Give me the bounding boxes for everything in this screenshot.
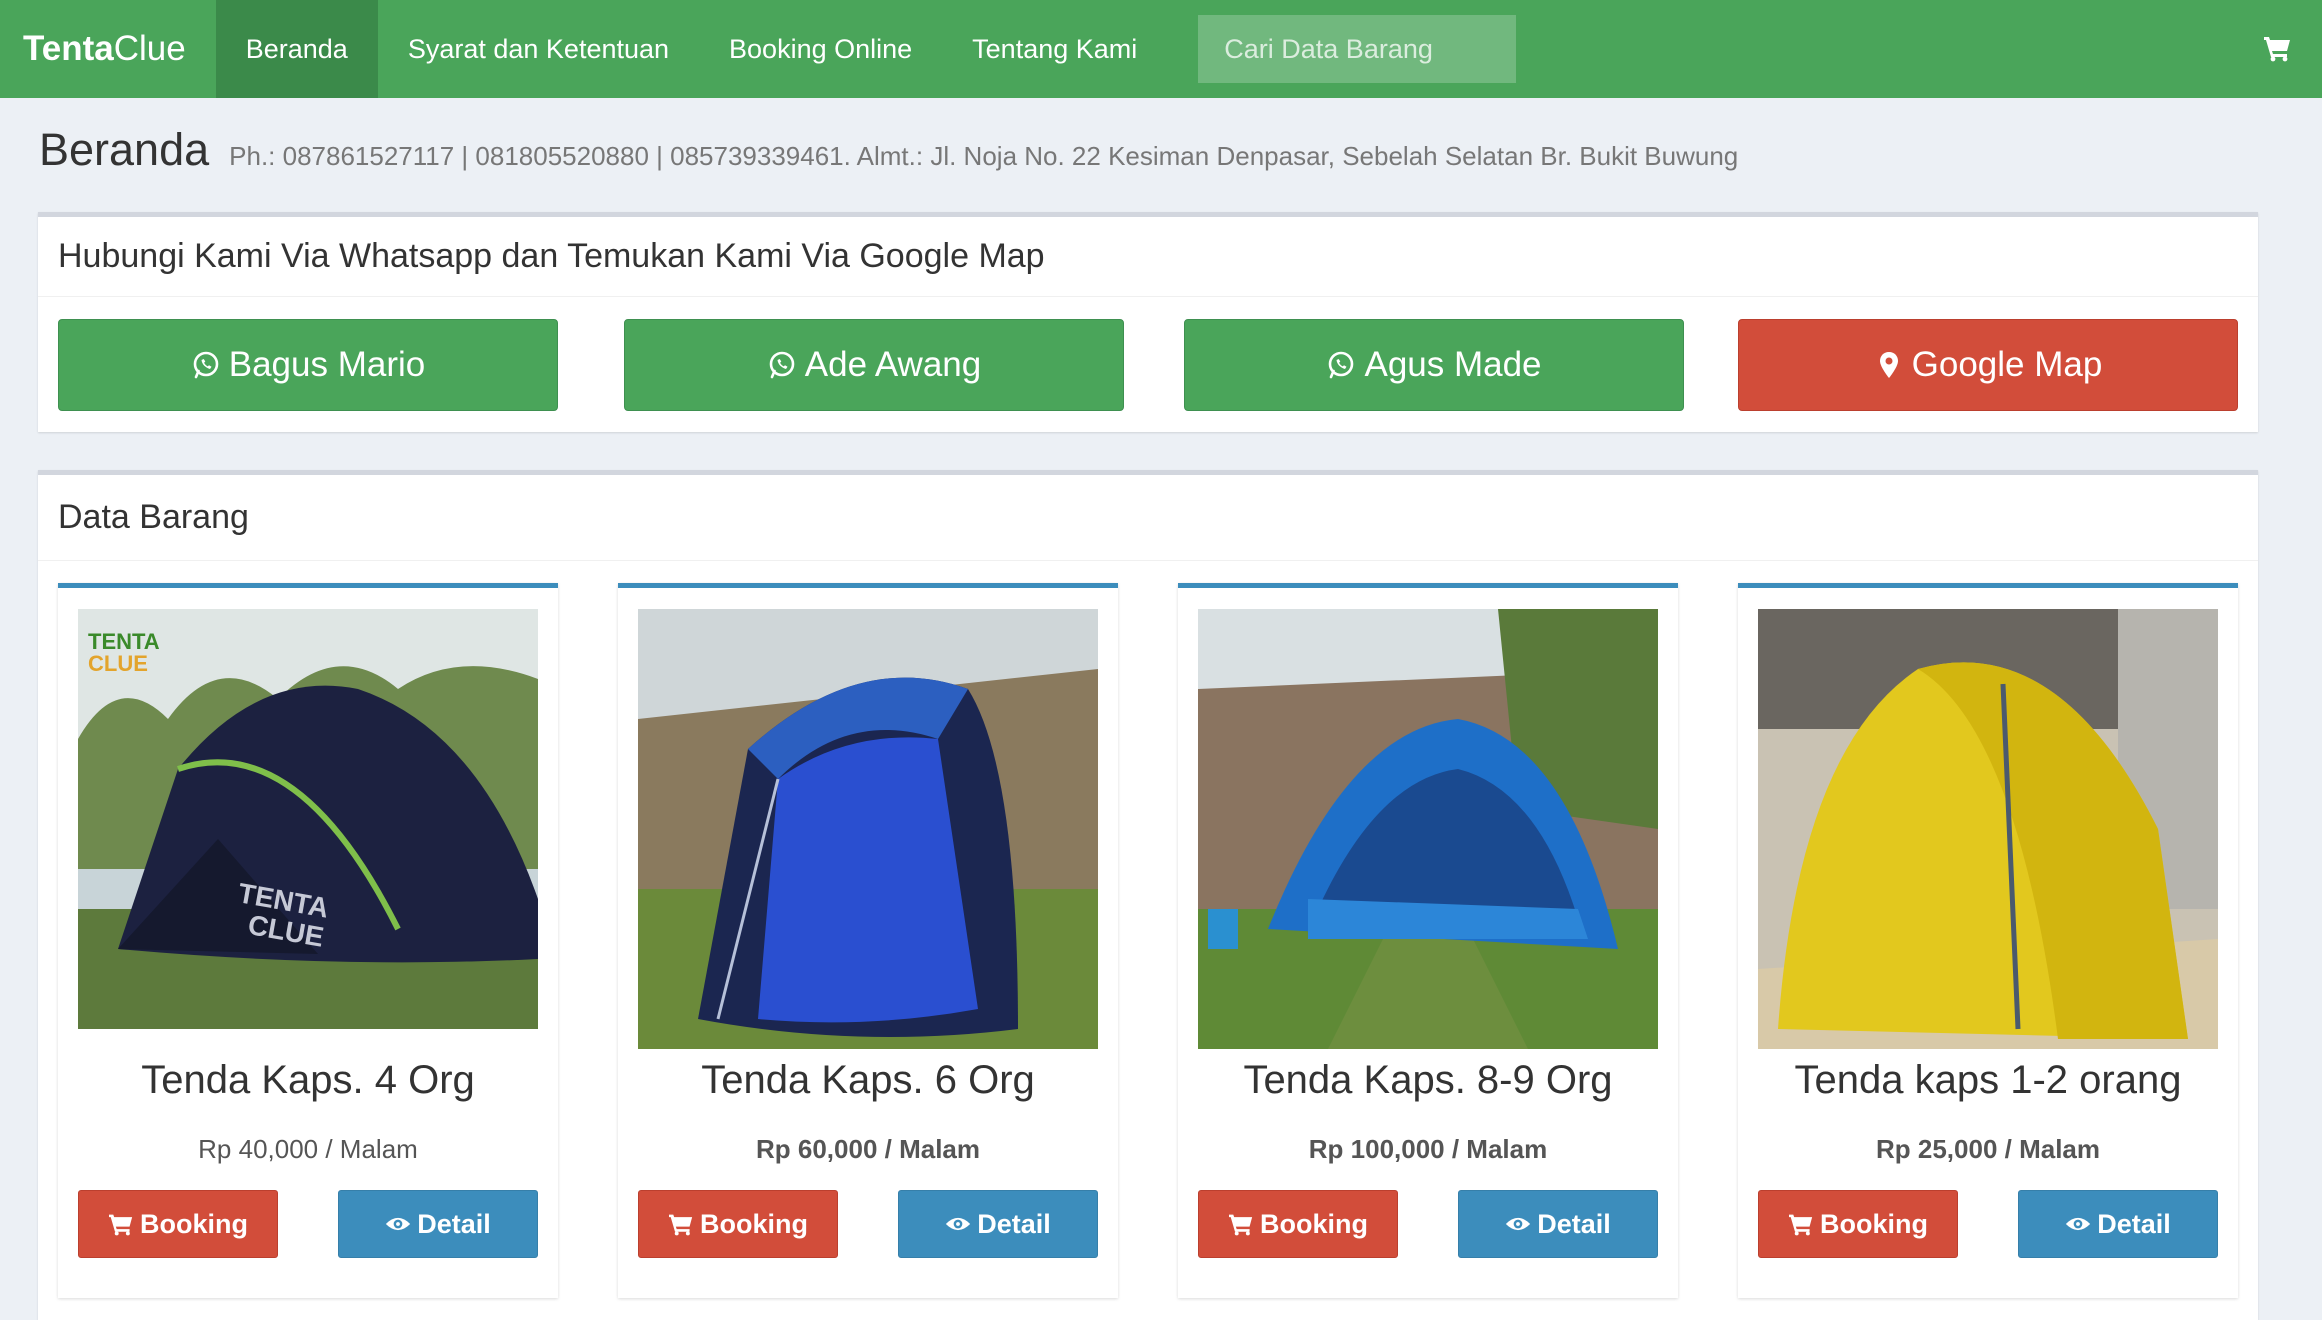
booking-button[interactable]: Booking — [638, 1190, 838, 1258]
detail-label: Detail — [977, 1208, 1051, 1239]
shopping-cart-icon — [1789, 1214, 1813, 1236]
booking-label: Booking — [700, 1208, 808, 1239]
eye-icon — [386, 1217, 411, 1231]
whatsapp-agus-made-label: Agus Made — [1364, 345, 1542, 384]
whatsapp-agus-made-button[interactable]: Agus Made — [1184, 319, 1684, 411]
detail-button[interactable]: Detail — [1458, 1190, 1658, 1258]
whatsapp-icon — [769, 351, 795, 379]
product-price: Rp 100,000 / Malam — [1308, 1134, 1548, 1164]
detail-button[interactable]: Detail — [338, 1190, 538, 1258]
product-price: Rp 40,000 / Malam — [198, 1134, 418, 1164]
whatsapp-bagus-mario-label: Bagus Mario — [228, 345, 426, 384]
booking-label: Booking — [140, 1208, 248, 1239]
contact-buttons: Bagus Mario Ade Awang Agus Made Google M… — [58, 319, 2238, 411]
nav-item-syarat[interactable]: Syarat dan Ketentuan — [378, 0, 699, 98]
product-image-tenda-1-2[interactable] — [1758, 609, 2218, 1049]
whatsapp-icon — [1329, 351, 1354, 379]
detail-button[interactable]: Detail — [2018, 1190, 2218, 1258]
product-image-tenda-8-9[interactable] — [1198, 609, 1658, 1049]
eye-icon — [1506, 1217, 1531, 1231]
search-input[interactable] — [1198, 15, 1517, 83]
product-price: Rp 25,000 / Malam — [1876, 1134, 2100, 1164]
booking-button[interactable]: Booking — [78, 1190, 278, 1258]
shopping-cart-icon — [669, 1214, 693, 1236]
whatsapp-bagus-mario-button[interactable]: Bagus Mario — [58, 319, 558, 411]
detail-label: Detail — [1537, 1208, 1611, 1239]
shopping-cart-icon — [1229, 1214, 1253, 1236]
eye-icon — [2066, 1217, 2091, 1231]
shopping-cart-icon — [109, 1214, 133, 1236]
brand-light: Clue — [113, 29, 186, 68]
map-marker-icon — [1879, 352, 1898, 378]
whatsapp-ade-awang-button[interactable]: Ade Awang — [624, 319, 1124, 411]
product-card: TENTA CLUE TENTA CLUE Tenda Kaps. 4 Org … — [58, 583, 558, 1298]
product-name: Tenda Kaps. 8-9 Org — [1243, 1058, 1613, 1102]
top-navbar: Tenta Clue Beranda Syarat dan Ketentuan B… — [0, 0, 2322, 98]
nav-item-tentang-kami[interactable]: Tentang Kami — [942, 0, 1167, 98]
brand-logo[interactable]: Tenta Clue — [0, 0, 216, 98]
whatsapp-icon — [193, 351, 219, 379]
contact-box-title: Hubungi Kami Via Whatsapp dan Temukan Ka… — [38, 217, 2258, 297]
product-image-tenda-4[interactable]: TENTA CLUE TENTA CLUE — [78, 609, 538, 1029]
google-map-button[interactable]: Google Map — [1738, 319, 2238, 411]
svg-text:CLUE: CLUE — [88, 651, 148, 676]
nav-item-booking-online[interactable]: Booking Online — [699, 0, 942, 98]
eye-icon — [946, 1217, 971, 1231]
booking-label: Booking — [1820, 1208, 1928, 1239]
product-name: Tenda Kaps. 4 Org — [141, 1058, 475, 1102]
product-card: Tenda kaps 1-2 orang Rp 25,000 / Malam B… — [1738, 583, 2238, 1298]
detail-label: Detail — [2097, 1208, 2171, 1239]
nav-item-beranda[interactable]: Beranda — [215, 0, 378, 98]
product-name: Tenda kaps 1-2 orang — [1794, 1058, 2182, 1102]
whatsapp-ade-awang-label: Ade Awang — [804, 345, 982, 384]
data-barang-box: Data Barang TENTA CLUE TENTA CLUE Tenda … — [38, 470, 2258, 1320]
contact-box: Hubungi Kami Via Whatsapp dan Temukan Ka… — [38, 212, 2258, 432]
page-title: Beranda — [39, 124, 210, 175]
detail-button[interactable]: Detail — [898, 1190, 1098, 1258]
product-card: Tenda Kaps. 6 Org Rp 60,000 / Malam Book… — [618, 583, 1118, 1298]
product-card: Tenda Kaps. 8-9 Org Rp 100,000 / Malam B… — [1178, 583, 1678, 1298]
booking-button[interactable]: Booking — [1198, 1190, 1398, 1258]
page-header: Beranda Ph.: 087861527117 | 081805520880… — [39, 124, 1738, 184]
booking-button[interactable]: Booking — [1758, 1190, 1958, 1258]
detail-label: Detail — [417, 1208, 491, 1239]
shopping-cart-icon[interactable] — [2262, 33, 2292, 63]
product-image-tenda-6[interactable] — [638, 609, 1098, 1049]
brand-bold: Tenta — [23, 29, 114, 68]
page-subtitle: Ph.: 087861527117 | 081805520880 | 08573… — [229, 141, 1739, 171]
data-barang-title: Data Barang — [38, 475, 2258, 561]
booking-label: Booking — [1260, 1208, 1368, 1239]
product-name: Tenda Kaps. 6 Org — [701, 1058, 1035, 1102]
product-price: Rp 60,000 / Malam — [756, 1134, 980, 1164]
google-map-label: Google Map — [1911, 345, 2103, 384]
